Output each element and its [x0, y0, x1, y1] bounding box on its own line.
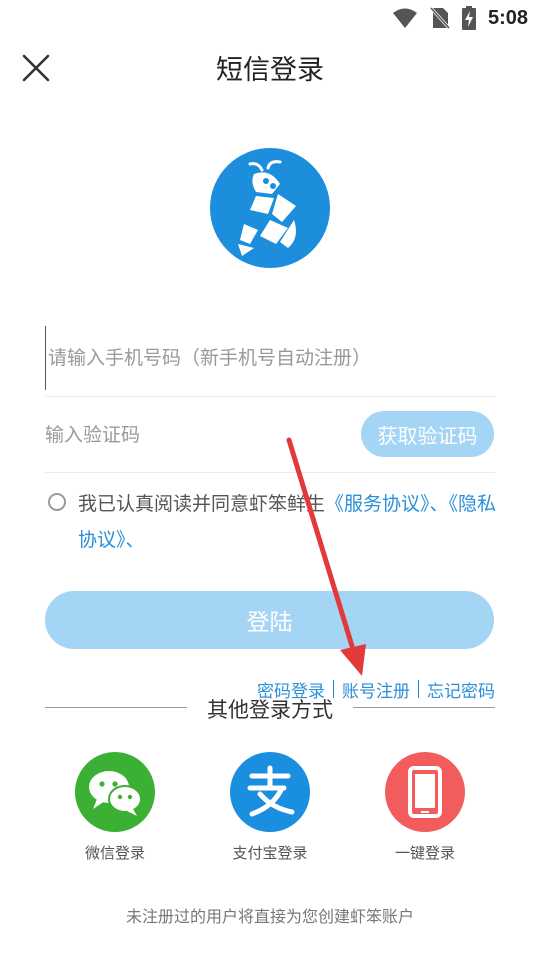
divider — [45, 396, 495, 397]
wechat-login-button[interactable] — [75, 752, 155, 832]
agreement-text: 我已认真阅读并同意虾笨鲜生《服务协议》、《隐私协议》、 — [78, 486, 498, 558]
status-time: 5:08 — [487, 6, 528, 29]
alipay-login-label: 支付宝登录 — [232, 844, 308, 862]
battery-charging-icon — [461, 6, 476, 30]
divider — [45, 472, 495, 473]
service-agreement-link[interactable]: 《服务协议》 — [325, 493, 430, 515]
get-code-button[interactable]: 获取验证码 — [361, 411, 494, 457]
alipay-icon — [247, 765, 295, 817]
agreement-prefix: 我已认真阅读并同意虾笨鲜生 — [78, 493, 326, 515]
page-title: 短信登录 — [216, 55, 324, 86]
one-click-login-option[interactable]: 一键登录 — [365, 752, 485, 863]
phone-input[interactable] — [45, 326, 495, 390]
divider — [353, 707, 495, 708]
one-click-login-label: 一键登录 — [394, 844, 455, 862]
wechat-login-option[interactable]: 微信登录 — [55, 752, 175, 863]
agree-radio[interactable] — [48, 493, 66, 511]
alipay-login-option[interactable]: 支付宝登录 — [210, 752, 330, 863]
wifi-icon — [392, 8, 417, 28]
other-login-header: 其他登录方式 — [45, 694, 495, 724]
shrimp-logo-icon — [238, 160, 296, 256]
agreement-separator: 、 — [429, 493, 449, 515]
phone-icon — [408, 766, 442, 818]
other-login-title: 其他登录方式 — [207, 698, 333, 722]
status-icons: 5:08 — [392, 4, 528, 32]
wechat-icon — [89, 771, 142, 816]
footer-note: 未注册过的用户将直接为您创建虾笨账户 — [125, 907, 414, 926]
status-bar: 5:08 — [0, 0, 540, 36]
no-sim-icon — [429, 6, 450, 30]
alipay-login-button[interactable] — [230, 752, 310, 832]
one-click-login-button[interactable] — [385, 752, 465, 832]
verification-code-input[interactable] — [45, 405, 345, 465]
wechat-login-label: 微信登录 — [84, 844, 145, 862]
login-button[interactable]: 登陆 — [45, 591, 494, 649]
title-bar: 短信登录 — [0, 36, 540, 100]
app-logo — [210, 148, 330, 268]
agreement-suffix: 、 — [125, 529, 145, 551]
